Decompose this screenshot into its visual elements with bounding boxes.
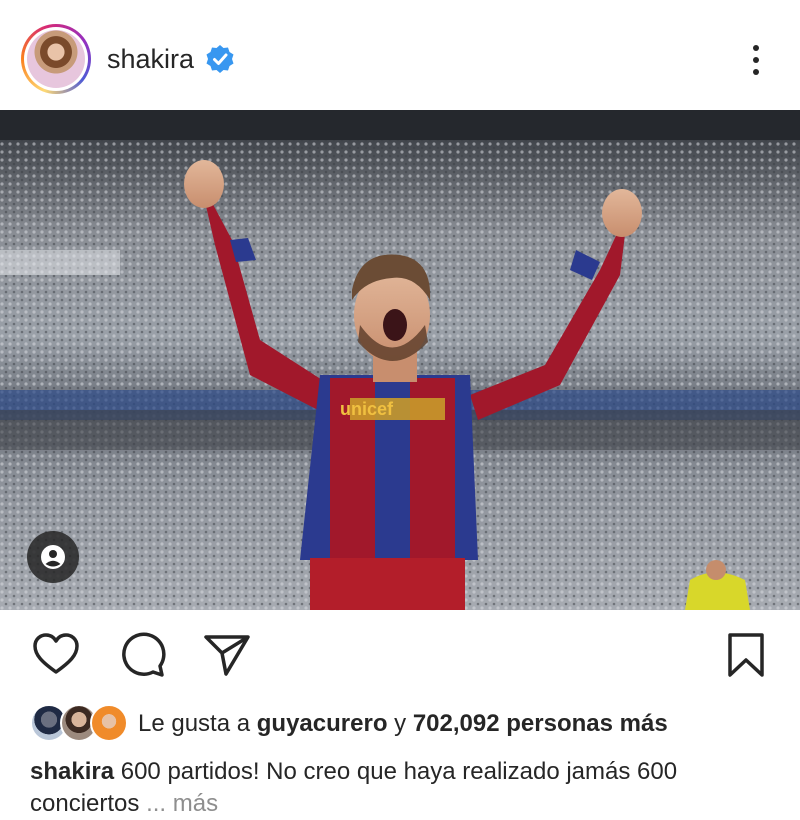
post-photo[interactable]: unicef — [0, 110, 800, 610]
caption-more-link[interactable]: ... más — [146, 790, 218, 817]
svg-text:unicef: unicef — [340, 399, 394, 419]
avatar-ring-gap — [24, 27, 88, 91]
caption-username[interactable]: shakira — [30, 758, 114, 785]
more-icon[interactable] — [744, 40, 768, 80]
likes-prefix: Le gusta a — [138, 710, 257, 737]
avatar[interactable] — [21, 24, 91, 94]
bookmark-icon[interactable] — [726, 632, 766, 678]
likes-user[interactable]: guyacurero — [257, 710, 388, 737]
share-icon[interactable] — [202, 632, 252, 678]
avatar-image — [27, 30, 85, 88]
action-bar — [0, 610, 800, 700]
heart-icon[interactable] — [32, 632, 80, 676]
liker-avatar — [90, 704, 128, 742]
post-header: shakira — [0, 0, 800, 110]
likes-count[interactable]: 702,092 — [413, 710, 500, 737]
likes-conjunction: y — [387, 710, 413, 737]
photo-illustration: unicef — [0, 110, 800, 610]
caption-text: 600 partidos! No creo que haya realizado… — [120, 758, 678, 785]
caption-text-line2: conciertos — [30, 790, 140, 817]
likes-suffix[interactable]: personas más — [500, 710, 667, 737]
caption: shakira 600 partidos! No creo que haya r… — [30, 756, 790, 820]
likes-text: Le gusta a guyacurero y 702,092 personas… — [138, 710, 668, 738]
likes-row[interactable]: Le gusta a guyacurero y 702,092 personas… — [0, 700, 800, 746]
comment-icon[interactable] — [118, 632, 166, 678]
user-tag-icon — [41, 545, 65, 569]
verified-icon — [206, 45, 234, 73]
user-tag-button[interactable] — [27, 531, 79, 583]
author-username[interactable]: shakira — [107, 44, 194, 75]
